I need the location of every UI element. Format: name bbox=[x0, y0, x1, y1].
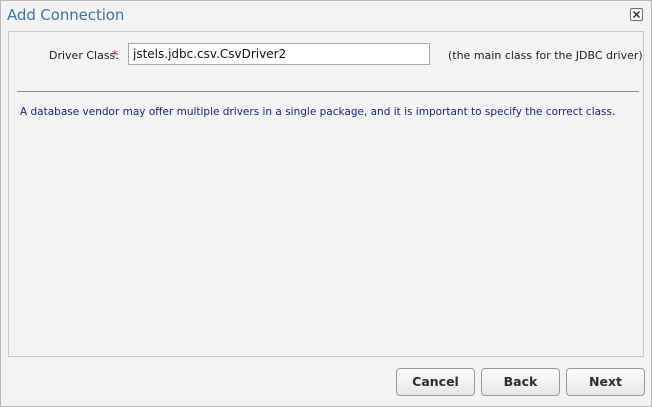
dialog-titlebar: Add Connection bbox=[1, 1, 651, 31]
close-button[interactable] bbox=[630, 8, 643, 21]
divider bbox=[17, 91, 639, 92]
next-button[interactable]: Next bbox=[566, 368, 645, 396]
back-button[interactable]: Back bbox=[481, 368, 560, 396]
info-text: A database vendor may offer multiple dri… bbox=[20, 106, 616, 118]
required-marker: * bbox=[112, 48, 118, 62]
add-connection-dialog: Add Connection Driver Class: * (the main… bbox=[0, 0, 652, 407]
close-icon bbox=[633, 11, 640, 18]
cancel-button[interactable]: Cancel bbox=[396, 368, 475, 396]
connection-form-panel: Driver Class: * (the main class for the … bbox=[8, 31, 644, 357]
dialog-title: Add Connection bbox=[7, 6, 125, 24]
driver-class-label: Driver Class: bbox=[49, 49, 119, 62]
driver-class-hint: (the main class for the JDBC driver) bbox=[448, 49, 643, 62]
driver-class-input[interactable] bbox=[128, 43, 430, 65]
